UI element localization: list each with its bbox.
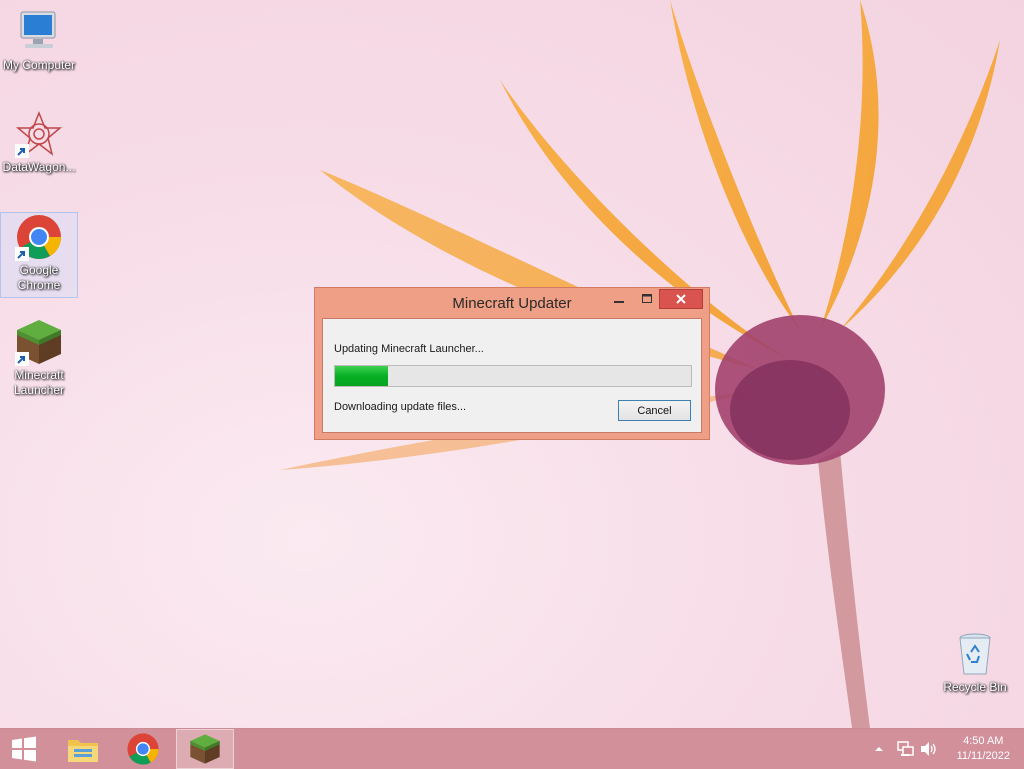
desktop-icon-label: Recycle Bin <box>943 680 1007 694</box>
close-icon <box>676 294 686 304</box>
desktop-icon-label: Minecraft Launcher <box>13 368 65 397</box>
desktop-icon-label: Google Chrome <box>17 263 61 292</box>
desktop-icon-my-computer[interactable]: My Computer <box>1 8 77 73</box>
chevron-up-icon <box>875 747 883 751</box>
file-explorer-icon <box>68 740 98 762</box>
desktop-icon-datawagon[interactable]: DataWagon... <box>1 110 77 175</box>
shortcut-arrow-icon <box>15 352 29 366</box>
minecraft-icon <box>15 318 63 366</box>
shortcut-arrow-icon <box>15 144 29 158</box>
taskbar-minecraft-updater[interactable] <box>176 729 234 769</box>
clock-date: 11/11/2022 <box>956 750 1010 762</box>
detail-text: Downloading update files... <box>334 401 467 413</box>
cancel-button[interactable]: Cancel <box>618 400 691 421</box>
clock[interactable]: 4:50 AM 11/11/2022 <box>957 734 1010 764</box>
desktop-icon-label: My Computer <box>2 58 76 72</box>
dialog-titlebar[interactable]: Minecraft Updater <box>315 288 709 318</box>
desktop-icon-label: DataWagon... <box>2 160 76 174</box>
taskbar-chrome[interactable] <box>114 729 172 769</box>
shortcut-arrow-icon <box>15 247 29 261</box>
maximize-button[interactable] <box>633 289 661 309</box>
network-icon <box>897 741 914 756</box>
network-button[interactable] <box>897 729 915 769</box>
desktop-icon-recycle-bin[interactable]: Recycle Bin <box>937 630 1013 695</box>
taskbar: 4:50 AM 11/11/2022 <box>0 728 1024 769</box>
computer-icon <box>15 8 63 56</box>
status-text: Updating Minecraft Launcher... <box>334 343 484 355</box>
close-button[interactable] <box>659 289 703 309</box>
show-hidden-icons-button[interactable] <box>874 729 884 769</box>
maximize-icon <box>642 294 652 303</box>
minecraft-updater-dialog: Minecraft Updater Updating Minecraft Lau… <box>314 287 710 440</box>
windows-logo-icon <box>12 736 36 762</box>
datawagon-icon <box>15 110 63 158</box>
volume-button[interactable] <box>920 729 938 769</box>
progress-fill <box>335 366 389 386</box>
minimize-icon <box>614 301 624 303</box>
clock-time: 4:50 AM <box>963 735 1004 747</box>
chrome-icon <box>127 733 159 765</box>
dialog-content: Updating Minecraft Launcher... Downloadi… <box>322 318 702 433</box>
desktop-icon-minecraft-launcher[interactable]: Minecraft Launcher <box>1 318 77 398</box>
desktop-icon-google-chrome[interactable]: Google Chrome <box>0 212 78 298</box>
start-button[interactable] <box>0 729 48 769</box>
minimize-button[interactable] <box>605 289 633 309</box>
taskbar-file-explorer[interactable] <box>54 729 112 769</box>
minecraft-icon <box>190 734 220 764</box>
chrome-icon <box>15 213 63 261</box>
speaker-icon <box>921 742 936 756</box>
progress-bar <box>334 365 692 387</box>
recycle-bin-icon <box>951 630 999 678</box>
